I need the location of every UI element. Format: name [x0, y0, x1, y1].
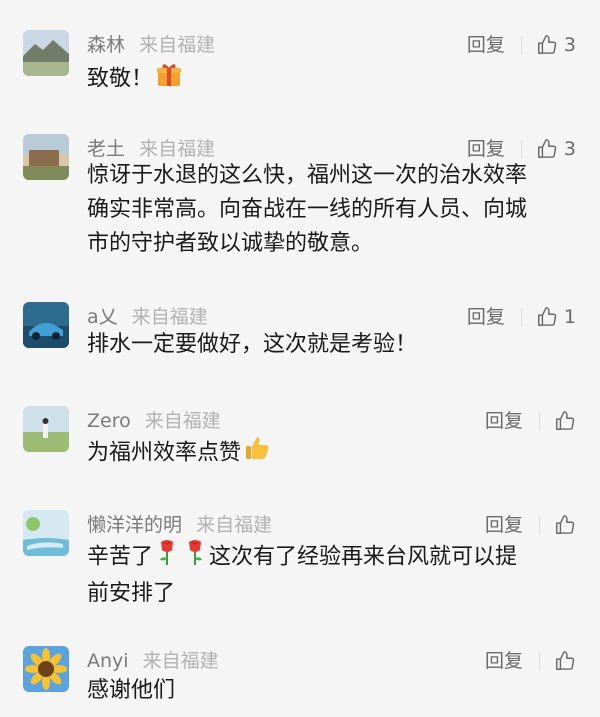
reply-button[interactable]: 回复: [485, 409, 523, 433]
comment-line: 感谢他们: [87, 678, 176, 703]
thumbs-up-outline-icon: [556, 651, 575, 670]
location-label: 来自福建: [139, 138, 216, 160]
comment-text: 为福州效率点赞: [87, 434, 592, 473]
comment-meta: 懒洋洋的明 来自福建: [87, 513, 272, 537]
comment-text: 致敬！: [87, 60, 592, 99]
like-button[interactable]: [554, 650, 576, 672]
location-label: 来自福建: [144, 410, 221, 432]
comment-meta: Zero 来自福建: [87, 409, 221, 433]
reply-button[interactable]: 回复: [467, 33, 505, 57]
divider: [539, 516, 540, 534]
gift-emoji: [155, 60, 183, 99]
comment-actions: 回复 3: [467, 32, 576, 58]
comment-meta: Anyi 来自福建: [87, 649, 219, 673]
comment-line: 为福州效率点赞: [87, 440, 242, 466]
avatar[interactable]: [23, 30, 69, 76]
thumbs-up-outline-icon: [537, 139, 557, 158]
username[interactable]: Anyi: [87, 650, 129, 672]
comment-line: 致敬！: [87, 66, 154, 92]
thumbs-up-emoji: [243, 434, 271, 473]
username[interactable]: 森林: [87, 34, 125, 56]
comment-meta: 森林 来自福建: [87, 33, 215, 57]
comment-text: 感谢他们: [87, 674, 592, 708]
username[interactable]: Zero: [87, 410, 131, 432]
thumbs-up-outline-icon: [556, 515, 575, 534]
comment-line: 辛苦了: [87, 544, 154, 570]
like-count: 3: [563, 138, 576, 160]
avatar[interactable]: [23, 510, 69, 556]
comment-line: 市的守护者致以诚挚的敬意。: [87, 231, 374, 256]
comment-meta: a乂 来自福建: [87, 305, 208, 329]
username[interactable]: 懒洋洋的明: [87, 514, 182, 536]
rose-emoji: [155, 538, 179, 577]
avatar[interactable]: [23, 134, 69, 180]
divider: [520, 308, 522, 326]
reply-button[interactable]: 回复: [485, 649, 523, 673]
comment-line: 这次有了经验再来台风就可以提: [209, 544, 518, 570]
rose-emoji: [183, 538, 207, 577]
divider: [539, 652, 540, 670]
avatar[interactable]: [23, 646, 69, 692]
comment-line: 排水一定要做好，这次就是考验！: [87, 332, 418, 357]
thumbs-up-outline-icon: [537, 35, 557, 54]
thumbs-up-outline-icon: [537, 307, 557, 326]
like-button[interactable]: 3: [536, 137, 576, 161]
comment-text: 排水一定要做好，这次就是考验！: [87, 328, 592, 362]
like-count: 3: [563, 34, 576, 56]
reply-button[interactable]: 回复: [467, 305, 505, 329]
like-button[interactable]: [554, 514, 576, 536]
comment-line: 惊讶于水退的这么快，福州这一次的治水效率: [87, 163, 528, 188]
comment-text: 辛苦了 这次有了经验再来台风就可以提 前安排了: [87, 538, 592, 611]
username[interactable]: a乂: [87, 306, 118, 328]
location-label: 来自福建: [142, 650, 219, 672]
like-button[interactable]: 3: [536, 33, 576, 57]
comment-actions: 回复: [485, 512, 576, 538]
comment-line: 确实非常高。向奋战在一线的所有人员、向城: [87, 197, 528, 222]
comment-actions: 回复: [485, 648, 576, 674]
avatar[interactable]: [23, 406, 69, 452]
location-label: 来自福建: [196, 514, 273, 536]
reply-button[interactable]: 回复: [485, 513, 523, 537]
divider: [539, 412, 540, 430]
comment-actions: 回复: [485, 408, 576, 434]
like-count: 1: [563, 306, 576, 328]
comment-text: 惊讶于水退的这么快，福州这一次的治水效率 确实非常高。向奋战在一线的所有人员、向…: [87, 159, 592, 261]
thumbs-up-outline-icon: [556, 411, 575, 430]
divider: [520, 36, 522, 54]
like-button[interactable]: [554, 410, 576, 432]
like-button[interactable]: 1: [536, 305, 576, 329]
comment-line: 前安排了: [87, 581, 176, 606]
avatar[interactable]: [23, 302, 69, 348]
divider: [520, 140, 522, 158]
reply-button[interactable]: 回复: [467, 137, 505, 161]
comment-actions: 回复 1: [467, 304, 576, 330]
location-label: 来自福建: [139, 34, 216, 56]
location-label: 来自福建: [131, 306, 208, 328]
username[interactable]: 老土: [87, 138, 125, 160]
comment-meta: 老土 来自福建: [87, 137, 215, 161]
